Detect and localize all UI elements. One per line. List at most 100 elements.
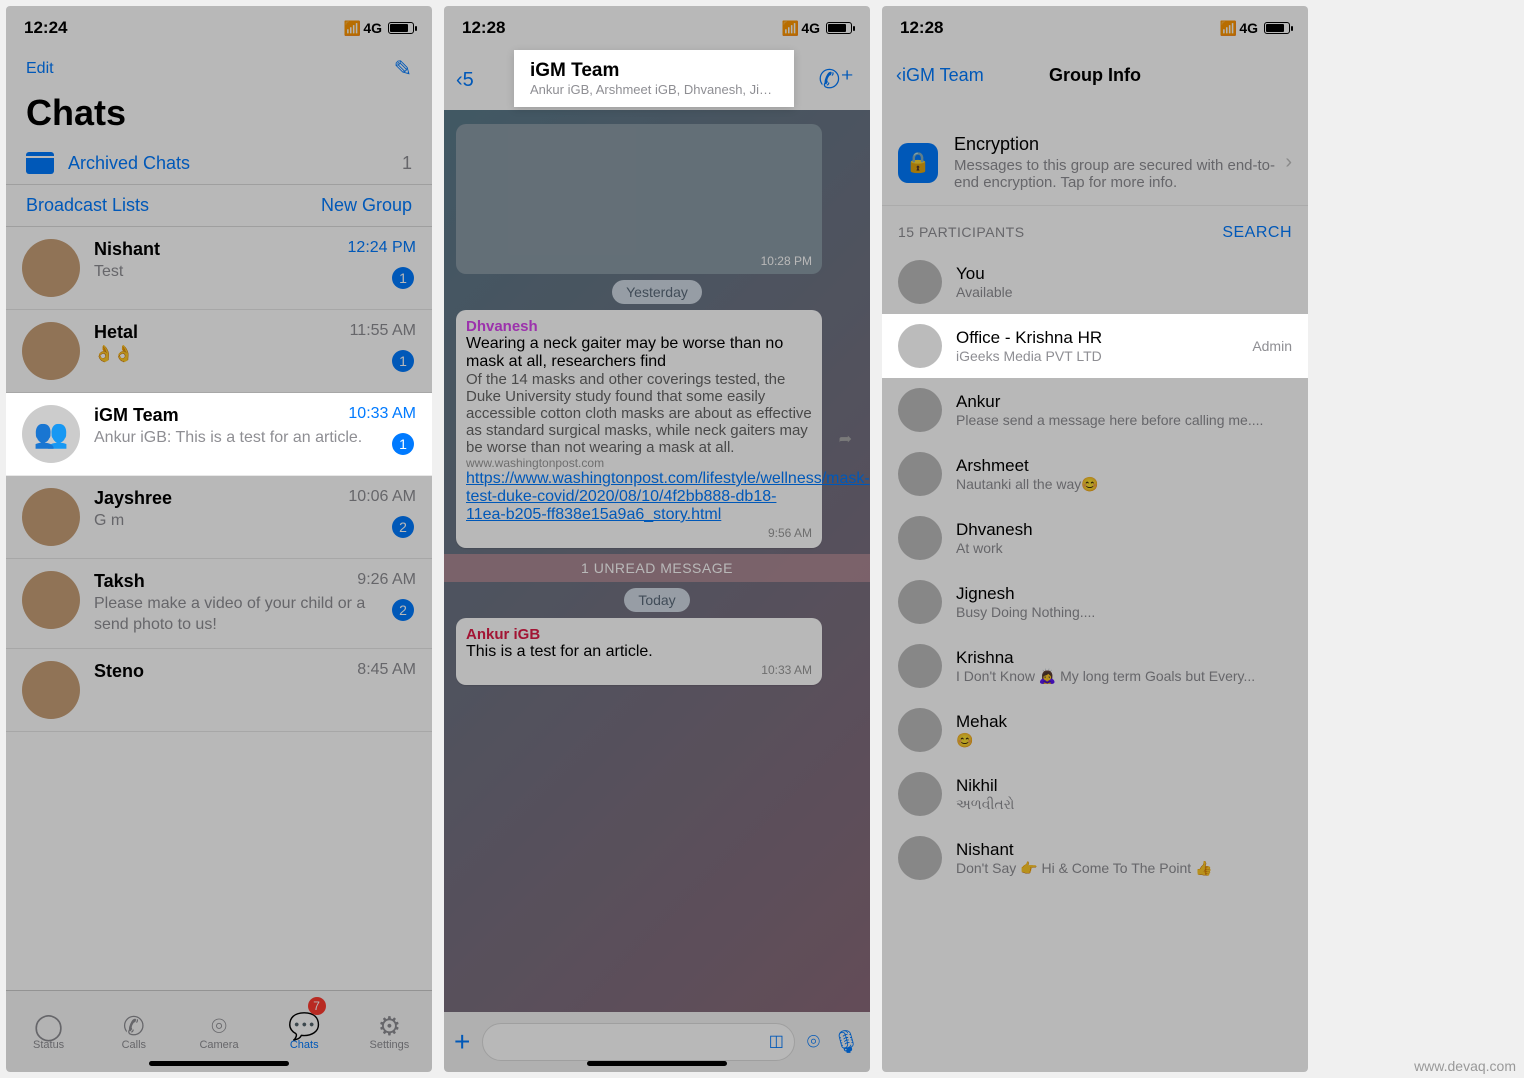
chat-row[interactable]: 👥 iGM Team10:33 AM Ankur iGB: This is a … bbox=[6, 393, 432, 476]
participant-row[interactable]: Nikhil અળવીતરો bbox=[882, 762, 1308, 826]
status-bar: 12:24 📶 4G bbox=[6, 6, 432, 50]
chat-time: 9:26 AM bbox=[357, 571, 416, 592]
participant-name: Ankur bbox=[956, 392, 1263, 412]
mic-icon[interactable]: 🎙 bbox=[832, 1029, 860, 1055]
participant-status: Please send a message here before callin… bbox=[956, 412, 1263, 428]
encryption-cell[interactable]: 🔒 Encryption Messages to this group are … bbox=[882, 120, 1308, 206]
chat-name: Steno bbox=[94, 661, 144, 682]
chats-badge: 7 bbox=[308, 997, 326, 1015]
compose-icon[interactable]: ✎ bbox=[394, 56, 412, 82]
archive-icon bbox=[26, 152, 54, 174]
message-time: 9:56 AM bbox=[466, 526, 812, 540]
participant-row[interactable]: Office - Krishna HR iGeeks Media PVT LTD… bbox=[882, 314, 1308, 378]
avatar bbox=[898, 708, 942, 752]
participant-status: At work bbox=[956, 540, 1033, 556]
participant-name: Office - Krishna HR bbox=[956, 328, 1102, 348]
tab-calls[interactable]: ✆Calls bbox=[91, 991, 176, 1072]
unread-badge: 2 bbox=[392, 516, 414, 538]
participant-status: Don't Say 👉 Hi & Come To The Point 👍 bbox=[956, 860, 1212, 877]
chevron-right-icon: › bbox=[1285, 151, 1292, 174]
back-button[interactable]: ‹ iGM Team bbox=[896, 65, 984, 86]
chat-preview: 👌👌 bbox=[94, 345, 416, 366]
avatar bbox=[898, 452, 942, 496]
broadcast-lists-link[interactable]: Broadcast Lists bbox=[26, 195, 149, 216]
camera-icon[interactable]: ⌾ bbox=[807, 1029, 820, 1055]
plus-icon[interactable]: + bbox=[454, 1026, 470, 1058]
new-group-link[interactable]: New Group bbox=[321, 195, 412, 216]
tab-status[interactable]: ◯Status bbox=[6, 991, 91, 1072]
unread-badge: 1 bbox=[392, 267, 414, 289]
chats-icon: 💬 bbox=[288, 1013, 320, 1039]
tab-chats[interactable]: 💬7Chats bbox=[262, 991, 347, 1072]
date-yesterday: Yesterday bbox=[612, 280, 702, 304]
chat-row[interactable]: Steno8:45 AM bbox=[6, 649, 432, 732]
participant-row[interactable]: Mehak 😊 bbox=[882, 698, 1308, 762]
unread-badge: 1 bbox=[392, 350, 414, 372]
chat-row[interactable]: Jayshree10:06 AM G m 2 bbox=[6, 476, 432, 559]
lock-icon: 🔒 bbox=[898, 143, 938, 183]
image-message[interactable]: 10:28 PM bbox=[456, 124, 822, 274]
participant-status: iGeeks Media PVT LTD bbox=[956, 348, 1102, 364]
tab-settings[interactable]: ⚙Settings bbox=[347, 991, 432, 1072]
message-link[interactable]: https://www.washingtonpost.com/lifestyle… bbox=[466, 470, 812, 524]
participant-row[interactable]: Krishna I Don't Know 🙇‍♀️ My long term G… bbox=[882, 634, 1308, 698]
admin-label: Admin bbox=[1252, 338, 1292, 354]
search-link[interactable]: SEARCH bbox=[1222, 224, 1292, 242]
chat-name: iGM Team bbox=[94, 405, 179, 426]
participants-header: 15 PARTICIPANTS SEARCH bbox=[882, 206, 1308, 250]
archived-chats-row[interactable]: Archived Chats 1 bbox=[6, 142, 432, 185]
group-info-screen: 12:28 📶 4G ‹ iGM Team Group Info 🔒 Encry… bbox=[882, 6, 1308, 1072]
participant-status: અળવીતરો bbox=[956, 796, 1014, 813]
chat-preview: Please make a video of your child or a s… bbox=[94, 594, 416, 636]
avatar bbox=[898, 772, 942, 816]
participant-status: Available bbox=[956, 284, 1013, 300]
participant-status: Busy Doing Nothing.... bbox=[956, 604, 1095, 620]
avatar: 👥 bbox=[22, 405, 80, 463]
home-indicator bbox=[149, 1061, 289, 1066]
message-text: This is a test for an article. bbox=[466, 643, 812, 661]
sticker-icon[interactable]: ◫ bbox=[769, 1031, 784, 1051]
page-title: Chats bbox=[6, 88, 432, 142]
status-bar: 12:28 📶 4G bbox=[444, 6, 870, 50]
participant-row[interactable]: Dhvanesh At work bbox=[882, 506, 1308, 570]
participant-status: Nautanki all the way😊 bbox=[956, 476, 1099, 493]
chat-name: Hetal bbox=[94, 322, 138, 343]
participant-row[interactable]: Jignesh Busy Doing Nothing.... bbox=[882, 570, 1308, 634]
gear-icon: ⚙ bbox=[378, 1013, 401, 1039]
sender-name: Dhvanesh bbox=[466, 318, 812, 335]
participant-name: Jignesh bbox=[956, 584, 1095, 604]
message-bubble[interactable]: Ankur iGB This is a test for an article.… bbox=[456, 618, 822, 685]
unread-badge: 2 bbox=[392, 599, 414, 621]
chat-row[interactable]: Taksh9:26 AM Please make a video of your… bbox=[6, 559, 432, 649]
group-title[interactable]: iGM Team Ankur iGB, Arshmeet iGB, Dhvane… bbox=[514, 50, 794, 107]
back-button[interactable]: ‹ 5 bbox=[456, 69, 474, 92]
message-time: 10:33 AM bbox=[466, 663, 812, 677]
participants-list: You Available Office - Krishna HR iGeeks… bbox=[882, 250, 1308, 890]
tab-bar: ◯Status ✆Calls ⌾Camera 💬7Chats ⚙Settings bbox=[6, 990, 432, 1072]
message-input[interactable]: ◫ bbox=[482, 1023, 795, 1061]
avatar bbox=[22, 488, 80, 546]
participant-name: Mehak bbox=[956, 712, 1007, 732]
forward-icon[interactable]: ➦ bbox=[839, 429, 852, 449]
call-icon[interactable]: ✆⁺ bbox=[818, 64, 854, 95]
participant-row[interactable]: You Available bbox=[882, 250, 1308, 314]
participant-name: Krishna bbox=[956, 648, 1255, 668]
chat-time: 10:33 AM bbox=[348, 405, 416, 426]
messages-area[interactable]: 10:28 PM Yesterday Dhvanesh Wearing a ne… bbox=[444, 110, 870, 1012]
page-title: Group Info bbox=[1049, 65, 1141, 86]
clock: 12:24 bbox=[24, 18, 67, 38]
participant-row[interactable]: Arshmeet Nautanki all the way😊 bbox=[882, 442, 1308, 506]
date-today: Today bbox=[624, 588, 689, 612]
chat-name: Jayshree bbox=[94, 488, 172, 509]
tab-camera[interactable]: ⌾Camera bbox=[176, 991, 261, 1072]
message-bubble[interactable]: Dhvanesh Wearing a neck gaiter may be wo… bbox=[456, 310, 822, 548]
edit-button[interactable]: Edit bbox=[26, 60, 54, 78]
chat-row[interactable]: Hetal11:55 AM 👌👌 1 bbox=[6, 310, 432, 393]
participant-row[interactable]: Ankur Please send a message here before … bbox=[882, 378, 1308, 442]
clock: 12:28 bbox=[462, 18, 505, 38]
participant-name: Nishant bbox=[956, 840, 1212, 860]
camera-icon: ⌾ bbox=[211, 1013, 227, 1039]
chat-row[interactable]: Nishant12:24 PM Test 1 bbox=[6, 227, 432, 310]
participant-row[interactable]: Nishant Don't Say 👉 Hi & Come To The Poi… bbox=[882, 826, 1308, 890]
status-icons: 📶 4G bbox=[344, 20, 414, 37]
